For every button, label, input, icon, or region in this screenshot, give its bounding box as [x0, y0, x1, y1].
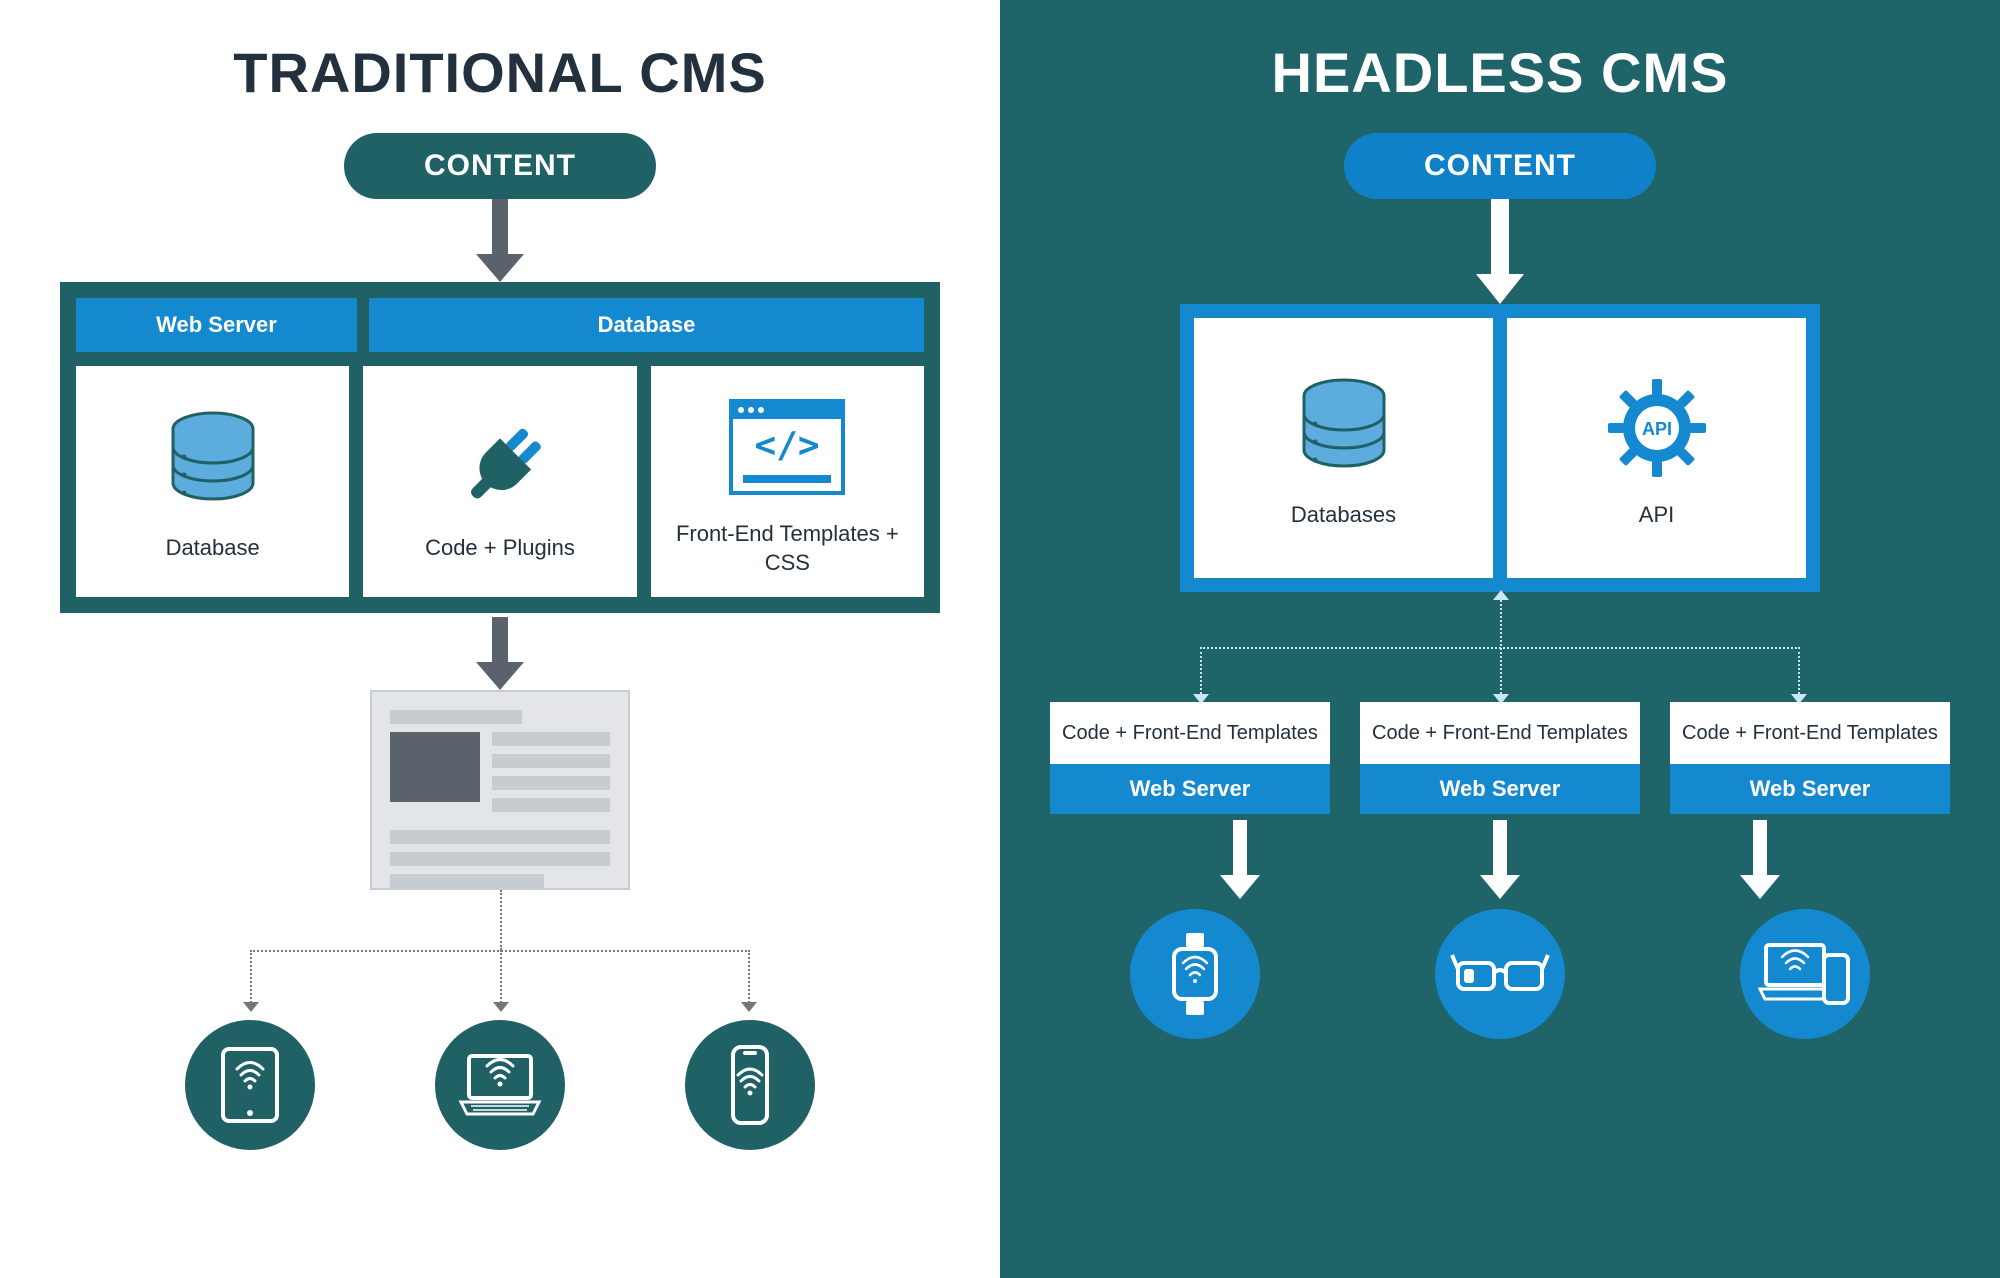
headless-cms-panel: HEADLESS CMS CONTENT Databases: [1000, 0, 2000, 1278]
api-gear-icon: API: [1602, 373, 1712, 483]
headless-backend-box: Databases API: [1180, 304, 1820, 592]
card-label: Databases: [1291, 501, 1396, 530]
card-api: API API: [1507, 318, 1806, 578]
dotted-connector: [1060, 592, 1940, 702]
arrow-down-icon: [1220, 820, 1260, 899]
fe-bottom-label: Web Server: [1360, 764, 1640, 814]
frontend-server-card: Code + Front-End Templates Web Server: [1050, 702, 1330, 814]
traditional-stack: Web Server Database Database: [60, 282, 940, 613]
code-template-icon: </>: [727, 392, 847, 502]
arrow-down-icon: [476, 617, 524, 690]
smart-glasses-icon: [1435, 909, 1565, 1039]
traditional-title: TRADITIONAL CMS: [233, 40, 767, 105]
device-row-right: [1130, 909, 1870, 1039]
frontend-servers-row: Code + Front-End Templates Web Server Co…: [1000, 702, 2000, 814]
card-label: Front-End Templates + CSS: [661, 520, 914, 577]
fe-top-label: Code + Front-End Templates: [1670, 702, 1950, 764]
database-icon: [1299, 373, 1389, 483]
fe-bottom-label: Web Server: [1670, 764, 1950, 814]
stack-header-webserver: Web Server: [76, 298, 357, 352]
card-database: Database: [76, 366, 349, 597]
card-frontend-templates: </> Front-End Templates + CSS: [651, 366, 924, 597]
fe-top-label: Code + Front-End Templates: [1360, 702, 1640, 764]
tablet-icon: [185, 1020, 315, 1150]
card-label: API: [1639, 501, 1674, 530]
arrow-down-icon: [1480, 820, 1520, 899]
device-row-left: [185, 1020, 815, 1150]
fe-top-label: Code + Front-End Templates: [1050, 702, 1330, 764]
arrow-down-icon: [1740, 820, 1780, 899]
stack-header-database: Database: [369, 298, 924, 352]
headless-title: HEADLESS CMS: [1272, 40, 1729, 105]
laptop-phone-icon: [1740, 909, 1870, 1039]
plug-icon: [450, 406, 550, 516]
fe-bottom-label: Web Server: [1050, 764, 1330, 814]
database-icon: [168, 406, 258, 516]
svg-text:API: API: [1641, 419, 1671, 439]
card-code-plugins: Code + Plugins: [363, 366, 636, 597]
card-databases: Databases: [1194, 318, 1493, 578]
frontend-server-card: Code + Front-End Templates Web Server: [1670, 702, 1950, 814]
frontend-server-card: Code + Front-End Templates Web Server: [1360, 702, 1640, 814]
arrow-down-icon: [476, 199, 524, 282]
content-pill-left: CONTENT: [344, 133, 656, 199]
content-pill-right: CONTENT: [1344, 133, 1656, 199]
traditional-cms-panel: TRADITIONAL CMS CONTENT Web Server Datab…: [0, 0, 1000, 1278]
svg-text:</>: </>: [755, 425, 820, 466]
arrow-down-icon: [1476, 199, 1524, 304]
smartwatch-icon: [1130, 909, 1260, 1039]
phone-icon: [685, 1020, 815, 1150]
page-wireframe-icon: [370, 690, 630, 890]
card-label: Database: [166, 534, 260, 563]
dotted-connector: [140, 890, 860, 1010]
card-label: Code + Plugins: [425, 534, 575, 563]
laptop-icon: [435, 1020, 565, 1150]
